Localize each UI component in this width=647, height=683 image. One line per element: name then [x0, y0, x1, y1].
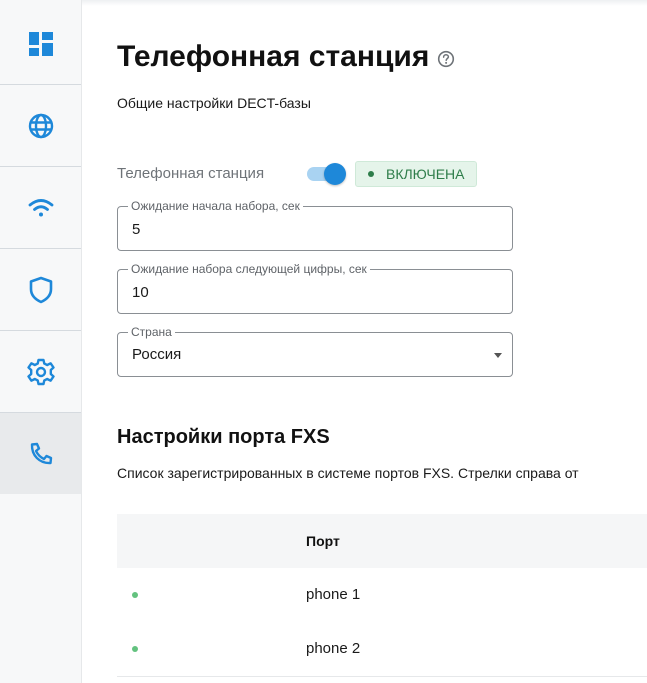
globe-icon [28, 113, 53, 138]
fxs-section-title: Настройки порта FXS [117, 426, 330, 448]
status-badge-text: ВКЛЮЧЕНА [386, 166, 465, 182]
help-circle-icon[interactable] [437, 50, 455, 68]
country-label: Страна [128, 325, 175, 339]
next-digit-wait-field[interactable]: Ожидание набора следующей цифры, сек 10 [117, 262, 513, 314]
shield-icon [29, 276, 52, 303]
phone-icon [30, 442, 52, 464]
station-toggle-label: Телефонная станция [117, 165, 265, 182]
sidebar-item-telephony[interactable] [0, 413, 81, 494]
fxs-table-header: Порт [117, 514, 647, 569]
port-name: phone 1 [306, 586, 361, 603]
table-row[interactable]: phone 1 [117, 568, 647, 623]
dial-wait-value[interactable]: 5 [132, 221, 140, 238]
wifi-icon [28, 198, 53, 216]
dial-wait-field[interactable]: Ожидание начала набора, сек 5 [117, 199, 513, 251]
status-dot-icon [368, 171, 374, 177]
dropdown-arrow-icon [494, 353, 502, 358]
top-shadow [82, 0, 647, 6]
port-name: phone 2 [306, 640, 361, 657]
status-badge: ВКЛЮЧЕНА [355, 161, 478, 187]
toggle-knob [324, 163, 346, 185]
sidebar-item-dashboard[interactable] [0, 3, 81, 85]
page-title: Телефонная станция [117, 40, 430, 73]
gear-icon [26, 358, 55, 385]
table-row[interactable]: phone 2 [117, 622, 647, 677]
status-dot-icon [132, 646, 138, 652]
dial-wait-label: Ожидание начала набора, сек [128, 199, 303, 213]
sidebar-item-wifi[interactable] [0, 167, 81, 249]
dashboard-icon [28, 31, 53, 56]
page-subtitle: Общие настройки DECT-базы [117, 95, 311, 111]
sidebar-item-settings[interactable] [0, 331, 81, 413]
sidebar-item-internet[interactable] [0, 85, 81, 167]
sidebar [0, 0, 82, 683]
status-dot-icon [132, 592, 138, 598]
station-toggle[interactable] [307, 163, 346, 185]
country-value: Россия [132, 346, 182, 363]
column-header-port: Порт [306, 533, 340, 549]
fxs-section-description: Список зарегистрированных в системе порт… [117, 465, 579, 481]
next-digit-wait-label: Ожидание набора следующей цифры, сек [128, 262, 370, 276]
next-digit-wait-value[interactable]: 10 [132, 284, 149, 301]
sidebar-item-security[interactable] [0, 249, 81, 331]
country-select[interactable]: Страна Россия [117, 325, 513, 377]
